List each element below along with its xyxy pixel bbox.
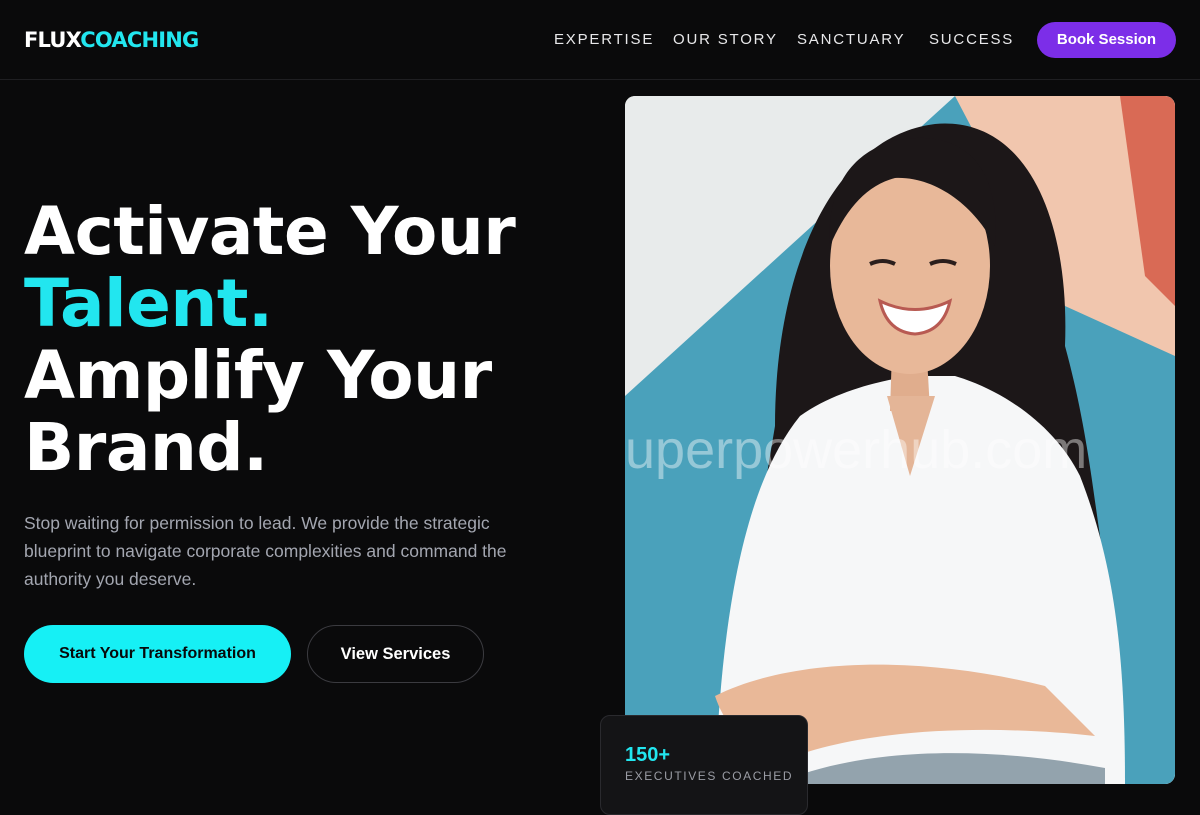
stat-value: 150+ [625,744,671,766]
portrait-illustration: uperpowerhub.com [625,96,1175,784]
hero-headline-line-2: Talent. [24,265,273,342]
hero-description: Stop waiting for permission to lead. We … [24,513,507,589]
nav-links: EXPERTISE OUR STORY SANCTUARY SUCCESS [0,31,1200,51]
nav-link-expertise[interactable]: EXPERTISE [554,31,654,49]
stat-card: 150+ EXECUTIVES COACHED [600,715,808,815]
hero-headline: Activate Your Talent. Amplify Your Brand… [24,193,516,486]
stat-label: EXECUTIVES COACHED [625,769,794,783]
start-transformation-button[interactable]: Start Your Transformation [24,625,291,683]
view-services-button[interactable]: View Services [307,625,484,683]
book-session-button[interactable]: Book Session [1037,22,1176,58]
nav-link-sanctuary[interactable]: SANCTUARY [797,31,905,49]
top-navbar: FLUXCOACHING EXPERTISE OUR STORY SANCTUA… [0,0,1200,80]
hero-headline-line-1: Activate Your [24,193,516,270]
photo-watermark: uperpowerhub.com [625,420,1087,480]
hero-portrait-photo: uperpowerhub.com [625,96,1175,784]
nav-link-success[interactable]: SUCCESS [929,31,1014,49]
nav-link-our-story[interactable]: OUR STORY [673,31,778,49]
hero-headline-line-4: Brand. [24,409,268,486]
hero-headline-line-3: Amplify Your [24,337,492,414]
